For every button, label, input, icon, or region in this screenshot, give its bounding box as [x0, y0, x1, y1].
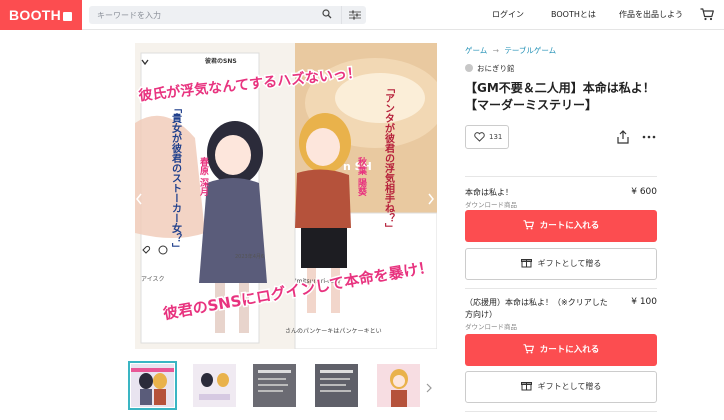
thumbnail-image [131, 364, 174, 407]
variant-name: 本命は私よ！ [465, 188, 513, 197]
gift-icon [520, 382, 532, 391]
variant-name: （応援用）本命は私よ！（※クリアした方向け） [465, 298, 608, 319]
gift-label: ギフトとして贈る [537, 259, 602, 268]
search-icon[interactable] [322, 9, 332, 19]
logo-text: BOOTH [9, 7, 62, 23]
breadcrumb-separator: → [492, 46, 499, 55]
post-header-text: 彼君のSNS [205, 57, 237, 65]
thumbnail-item[interactable] [253, 364, 296, 407]
gift-button[interactable]: ギフトとして贈る [465, 371, 657, 403]
thumbnail-item[interactable] [315, 364, 358, 407]
thumbnail-item[interactable] [377, 364, 420, 407]
cart-icon[interactable] [700, 8, 714, 21]
breadcrumb: ゲーム → テーブルゲーム [465, 45, 556, 56]
product-title: 【GM不要＆二人用】本命は私よ！【マーダーミステリー】 [465, 81, 655, 112]
more-options-icon[interactable] [642, 135, 656, 139]
thumbnail-image [377, 364, 420, 407]
instagram-label-text: アイスク [141, 276, 165, 283]
filter-sliders-icon [349, 10, 361, 20]
variant-type: ダウンロード商品 [465, 201, 517, 209]
breadcrumb-item-game[interactable]: ゲーム [465, 45, 487, 56]
image-prev-arrow-icon[interactable] [134, 192, 144, 206]
add-to-cart-button[interactable]: カートに入れる [465, 210, 657, 242]
add-to-cart-label: カートに入れる [539, 345, 600, 355]
shop-name: おにぎり館 [477, 64, 515, 73]
site-header: BOOTH ログイン BOOTHとは 作品を出品しよう [0, 0, 724, 30]
login-link[interactable]: ログイン [492, 9, 524, 20]
add-to-cart-button[interactable]: カートに入れる [465, 334, 657, 366]
variant-type: ダウンロード商品 [465, 323, 517, 331]
divider [465, 176, 657, 177]
breadcrumb-item-tabletop[interactable]: テーブルゲーム [504, 45, 556, 56]
product-illustration: 彼君のSNS 2023年4月6 アイスク 'mitsunari-cafe' さん… [135, 43, 437, 349]
like-count: 131 [489, 133, 503, 141]
name-right-text: 秋葉 陽葵 [356, 156, 368, 197]
thumbnail-image [193, 364, 236, 407]
heart-icon [474, 132, 485, 142]
blog-snippet-text: さんのパンケーキはパンケーキとい [285, 328, 382, 335]
image-collapse-chevron-icon[interactable] [140, 56, 150, 70]
name-left-text: 春原 深月 [198, 156, 210, 197]
image-next-arrow-icon[interactable] [426, 192, 436, 206]
cart-icon [523, 344, 534, 354]
divider [465, 288, 657, 289]
add-to-cart-label: カートに入れる [539, 221, 600, 231]
shop-link[interactable]: おにぎり館 [465, 63, 515, 74]
thumbnail-next-arrow-icon[interactable] [425, 383, 433, 393]
share-icon[interactable] [617, 130, 629, 144]
logo-house-icon [63, 12, 73, 21]
shop-avatar-icon [465, 64, 473, 72]
thumbnail-image [253, 364, 296, 407]
search-input[interactable] [89, 6, 317, 24]
thumbnail-item[interactable] [193, 364, 236, 407]
variant-price: ¥ 100 [631, 297, 657, 307]
gift-icon [520, 259, 532, 268]
thumbnail-image [315, 364, 358, 407]
about-booth-link[interactable]: BOOTHとは [551, 9, 596, 20]
thumbnail-item[interactable] [128, 361, 177, 410]
like-button[interactable]: 131 [465, 125, 509, 149]
variant-price: ¥ 600 [631, 187, 657, 197]
post-date-text: 2023年4月6 [235, 253, 264, 260]
speech-left-text: 「貴女が彼君のストーカー女？」 [170, 103, 182, 253]
divider [465, 411, 657, 412]
filter-button[interactable] [341, 6, 366, 24]
sell-link[interactable]: 作品を出品しよう [619, 9, 683, 20]
booth-logo[interactable]: BOOTH [0, 0, 82, 30]
product-main-image[interactable]: 彼君のSNS 2023年4月6 アイスク 'mitsunari-cafe' さん… [135, 43, 437, 349]
cart-icon [523, 220, 534, 230]
gift-label: ギフトとして贈る [537, 382, 602, 391]
gift-button[interactable]: ギフトとして贈る [465, 248, 657, 280]
